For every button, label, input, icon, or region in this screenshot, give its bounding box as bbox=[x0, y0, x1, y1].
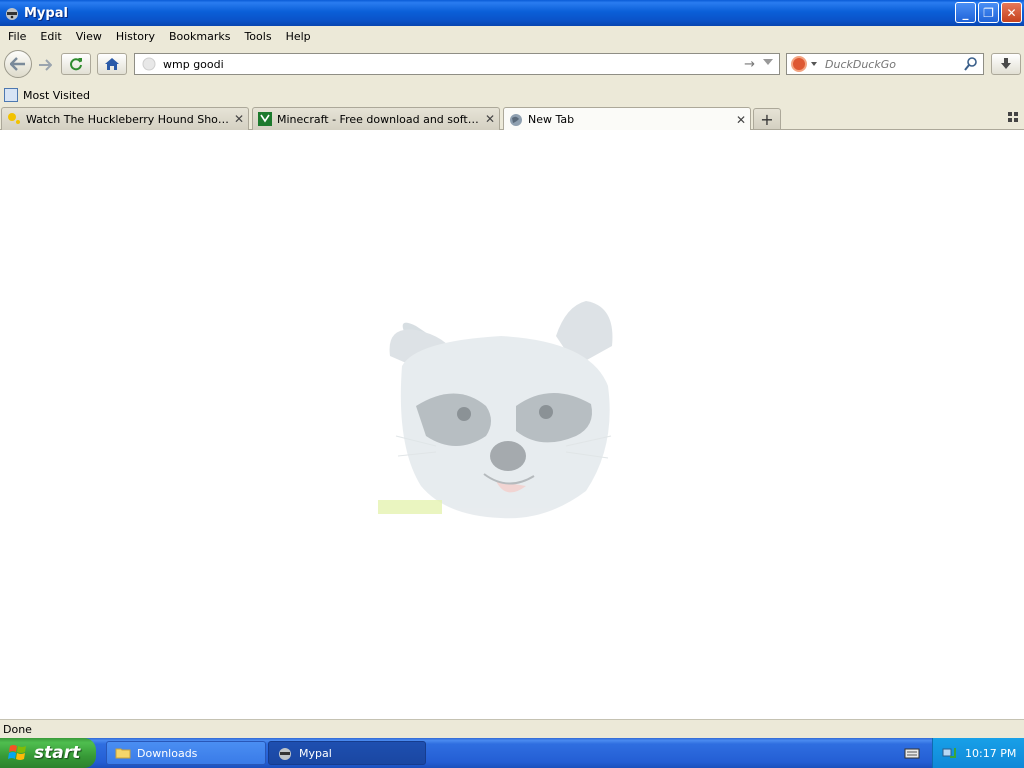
tab-new-tab[interactable]: New Tab ✕ bbox=[503, 107, 751, 131]
taskbar-item-downloads[interactable]: Downloads bbox=[106, 741, 266, 765]
home-button[interactable] bbox=[97, 53, 127, 75]
folder-icon bbox=[115, 748, 131, 759]
url-dropdown-icon[interactable] bbox=[763, 59, 773, 65]
tab-close-icon[interactable]: ✕ bbox=[234, 112, 244, 126]
tab-label: New Tab bbox=[528, 113, 575, 126]
clock: 10:17 PM bbox=[965, 746, 1017, 760]
bookmark-most-visited[interactable]: Most Visited bbox=[23, 89, 90, 102]
tab-huckleberry-hound[interactable]: Watch The Huckleberry Hound Show Epis...… bbox=[1, 107, 249, 130]
window-title: Mypal bbox=[24, 5, 68, 21]
title-bar[interactable]: Mypal _ ❐ ✕ bbox=[0, 0, 1024, 26]
restore-icon: ❐ bbox=[983, 5, 994, 20]
menu-bookmarks[interactable]: Bookmarks bbox=[163, 30, 236, 43]
mypal-icon bbox=[6, 8, 18, 20]
back-arrow-icon bbox=[10, 57, 25, 71]
tab-close-icon[interactable]: ✕ bbox=[736, 113, 746, 127]
reload-icon bbox=[70, 58, 82, 71]
menu-bar: File Edit View History Bookmarks Tools H… bbox=[0, 26, 1024, 46]
taskbar: start Downloads Mypal 10:17 PM bbox=[0, 738, 1024, 768]
duckduckgo-icon[interactable] bbox=[791, 56, 807, 72]
minecraft-favicon-icon bbox=[257, 111, 273, 127]
tab-strip: Watch The Huckleberry Hound Show Epis...… bbox=[0, 106, 1024, 131]
huckleberry-favicon-icon bbox=[6, 111, 22, 127]
menu-help[interactable]: Help bbox=[280, 30, 317, 43]
new-tab-button[interactable]: + bbox=[753, 108, 781, 130]
list-all-tabs-icon[interactable] bbox=[1008, 112, 1018, 122]
status-text: Done bbox=[3, 722, 32, 736]
taskbar-item-label: Mypal bbox=[299, 746, 332, 760]
tab-label: Watch The Huckleberry Hound Show Epis... bbox=[26, 112, 230, 126]
globe-icon bbox=[508, 112, 524, 128]
minimize-icon: _ bbox=[962, 5, 969, 20]
download-arrow-icon bbox=[1001, 58, 1011, 69]
search-engine-dropdown-icon[interactable] bbox=[811, 62, 817, 66]
home-icon bbox=[105, 58, 119, 70]
mypal-icon bbox=[279, 748, 291, 760]
tab-label: Minecraft - Free download and software .… bbox=[277, 112, 481, 126]
start-label: start bbox=[34, 743, 81, 763]
maximize-button[interactable]: ❐ bbox=[978, 2, 999, 23]
back-forward-group bbox=[4, 50, 58, 78]
minimize-button[interactable]: _ bbox=[955, 2, 976, 23]
close-icon: ✕ bbox=[1006, 5, 1017, 20]
tab-minecraft[interactable]: Minecraft - Free download and software .… bbox=[252, 107, 500, 130]
close-button[interactable]: ✕ bbox=[1001, 2, 1022, 23]
go-arrow-icon[interactable]: → bbox=[744, 57, 755, 72]
start-button[interactable]: start bbox=[0, 738, 96, 768]
globe-icon bbox=[142, 57, 156, 71]
page-content bbox=[0, 130, 1024, 719]
back-button[interactable] bbox=[4, 50, 32, 78]
url-input[interactable] bbox=[163, 57, 723, 71]
tab-close-icon[interactable]: ✕ bbox=[485, 112, 495, 126]
forward-arrow-icon bbox=[39, 59, 52, 71]
search-icon[interactable] bbox=[964, 56, 978, 72]
bookmarks-toolbar: Most Visited bbox=[0, 84, 1024, 106]
downloads-button[interactable] bbox=[991, 53, 1021, 75]
keyboard-icon[interactable] bbox=[904, 746, 920, 760]
most-visited-icon bbox=[4, 88, 18, 102]
reload-button[interactable] bbox=[61, 53, 91, 75]
menu-view[interactable]: View bbox=[70, 30, 108, 43]
network-icon[interactable] bbox=[941, 745, 957, 761]
menu-edit[interactable]: Edit bbox=[34, 30, 67, 43]
forward-button[interactable] bbox=[34, 55, 56, 75]
search-bar[interactable] bbox=[786, 53, 984, 75]
windows-logo-icon bbox=[8, 745, 26, 760]
status-bar: Done bbox=[0, 719, 1024, 738]
menu-history[interactable]: History bbox=[110, 30, 161, 43]
mypal-raccoon-logo bbox=[378, 301, 613, 519]
search-input[interactable] bbox=[825, 57, 955, 71]
taskbar-item-mypal[interactable]: Mypal bbox=[268, 741, 426, 765]
url-bar[interactable]: → bbox=[134, 53, 780, 75]
navigation-toolbar: → bbox=[0, 46, 1024, 82]
system-tray: 10:17 PM bbox=[932, 738, 1024, 768]
taskbar-item-label: Downloads bbox=[137, 746, 198, 760]
menu-file[interactable]: File bbox=[2, 30, 32, 43]
menu-tools[interactable]: Tools bbox=[238, 30, 277, 43]
